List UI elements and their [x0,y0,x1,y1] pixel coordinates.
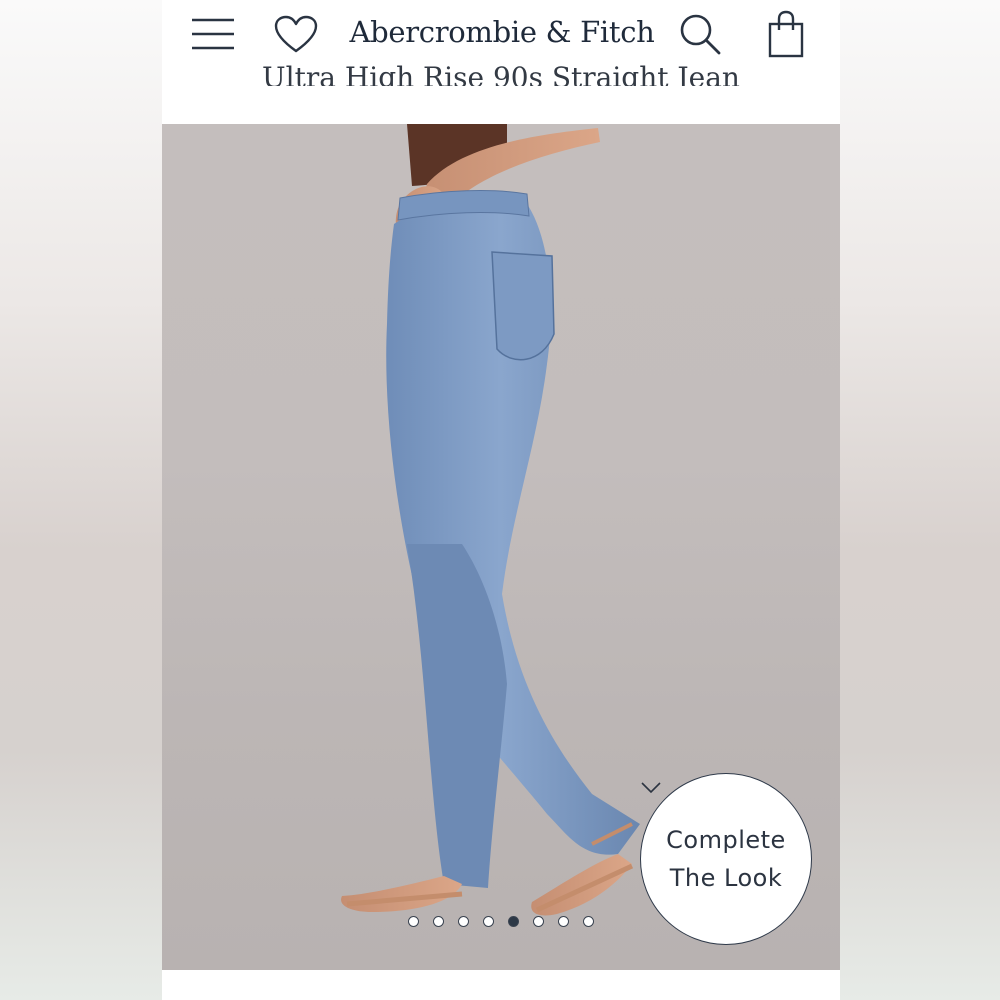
product-title: Ultra High Rise 90s Straight Jean [262,61,740,86]
carousel-dot[interactable] [408,916,419,927]
carousel-dot[interactable] [533,916,544,927]
left-blurred-margin [0,0,162,1000]
product-image-carousel[interactable]: Complete The Look [162,124,840,970]
brand-logo[interactable]: Abercrombie & Fitch [342,10,662,54]
hamburger-menu-icon[interactable] [188,12,238,56]
site-header: Abercrombie & Fitch Ultra High Rise 90s … [162,0,840,124]
complete-look-label-line2: The Look [669,864,783,892]
complete-look-label-line1: Complete [666,826,786,854]
shopping-bag-icon[interactable] [762,8,810,60]
screenshot-frame: Abercrombie & Fitch Ultra High Rise 90s … [0,0,1000,1000]
complete-the-look-button[interactable]: Complete The Look [640,773,812,945]
page-bottom-area [162,970,840,1000]
carousel-dot[interactable] [433,916,444,927]
right-blurred-margin [840,0,1000,1000]
carousel-dot-active[interactable] [508,916,519,927]
mobile-product-page: Abercrombie & Fitch Ultra High Rise 90s … [162,0,840,1000]
heart-icon[interactable] [272,12,320,58]
carousel-dot[interactable] [483,916,494,927]
carousel-dot[interactable] [458,916,469,927]
carousel-dot[interactable] [583,916,594,927]
search-icon[interactable] [676,10,724,58]
chevron-down-icon [641,782,661,794]
carousel-dot[interactable] [558,916,569,927]
